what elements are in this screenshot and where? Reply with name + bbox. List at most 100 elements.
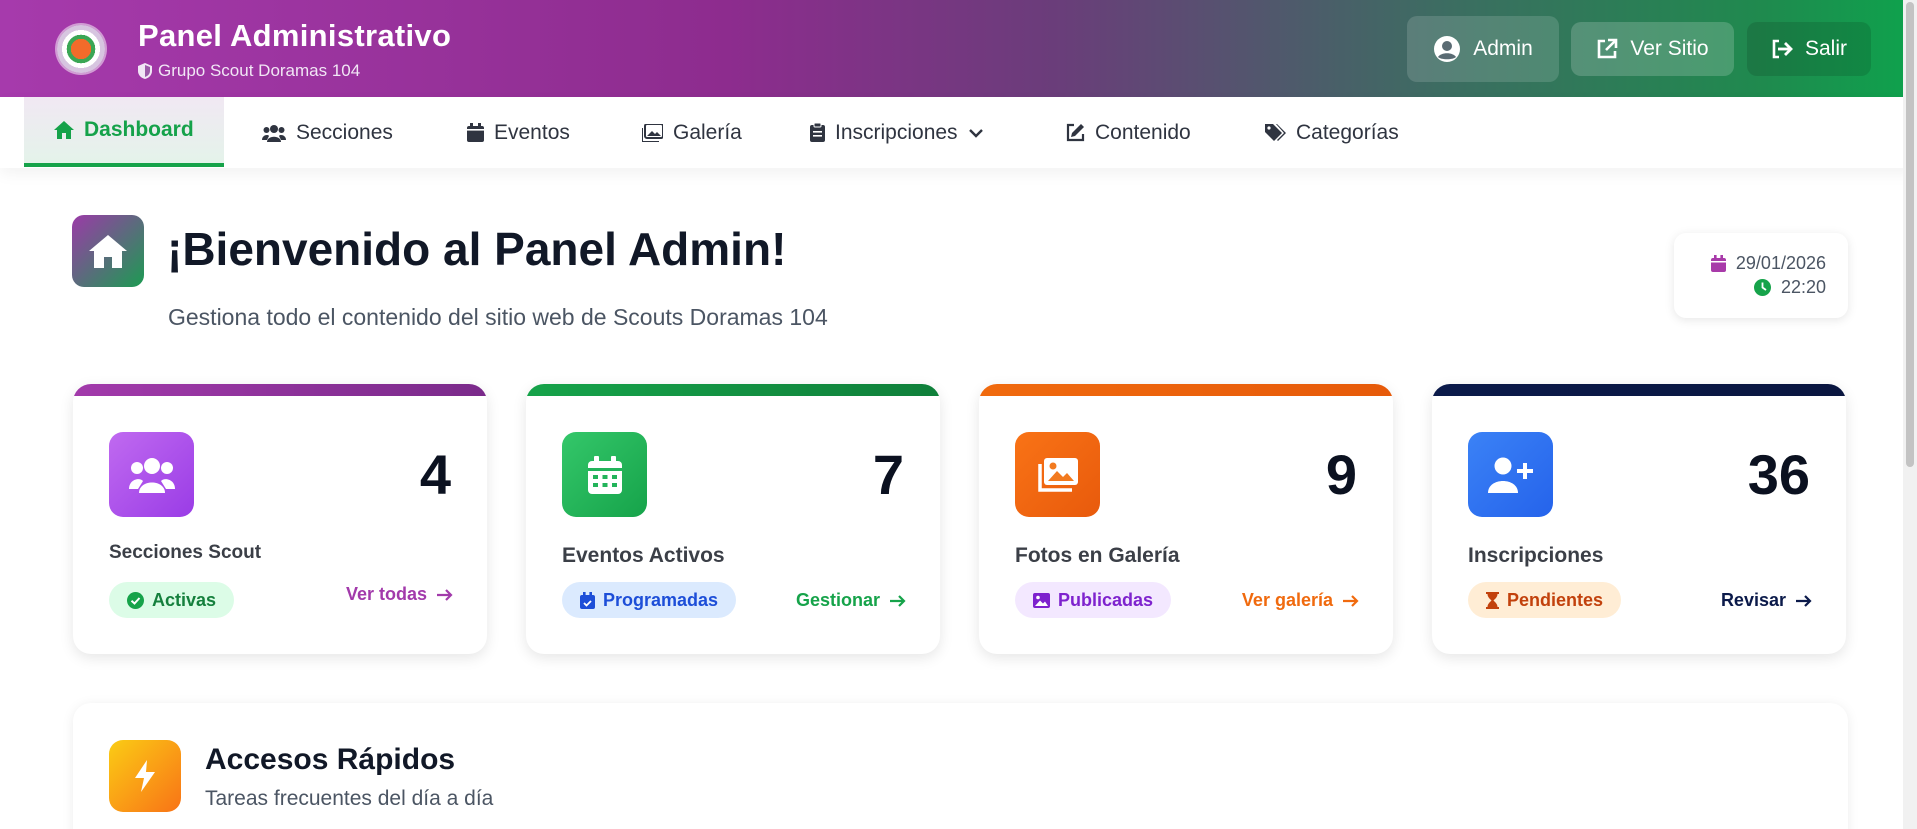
stat-card-eventos: 7 Eventos Activos Programadas Gestionar <box>526 384 940 654</box>
clipboard-icon <box>810 123 825 142</box>
header-subtitle: Grupo Scout Doramas 104 <box>138 61 360 81</box>
nav-secciones[interactable]: Secciones <box>262 97 393 168</box>
calendar-check-icon <box>580 591 595 609</box>
admin-user-button[interactable]: Admin <box>1407 16 1559 82</box>
tags-icon <box>1265 123 1286 141</box>
nav-galeria-label: Galería <box>673 120 742 144</box>
link-label: Ver todas <box>345 584 427 604</box>
card-label: Inscripciones <box>1468 544 1604 567</box>
card-label: Secciones Scout <box>109 542 262 563</box>
ver-sitio-button[interactable]: Ver Sitio <box>1571 22 1734 76</box>
status-badge: Activas <box>109 582 235 618</box>
card-icon-box <box>109 432 194 517</box>
calendar-icon <box>1710 255 1726 272</box>
quick-title: Accesos Rápidos <box>205 743 456 776</box>
admin-label: Admin <box>1473 37 1533 60</box>
ver-sitio-label: Ver Sitio <box>1630 37 1709 60</box>
nav-contenido-label: Contenido <box>1095 120 1191 144</box>
main-nav: Dashboard Secciones Eventos Galería Insc… <box>0 97 1917 168</box>
scrollbar-thumb[interactable] <box>1906 2 1914 467</box>
card-top-bar <box>1432 384 1846 396</box>
card-icon-box <box>562 432 647 517</box>
card-top-bar <box>979 384 1393 396</box>
salir-button[interactable]: Salir <box>1747 22 1871 76</box>
card-top-bar <box>526 384 940 396</box>
date-text: 29/01/2026 <box>1735 253 1826 273</box>
shield-icon <box>138 63 152 79</box>
home-icon <box>89 234 127 268</box>
quick-icon-box <box>109 740 181 812</box>
card-label: Eventos Activos <box>562 544 725 567</box>
link-label: Ver galería <box>1241 590 1333 610</box>
check-circle-icon <box>127 591 144 609</box>
quick-subtitle: Tareas frecuentes del día a día <box>205 787 494 810</box>
arrow-right-icon <box>437 588 453 601</box>
nav-secciones-label: Secciones <box>296 120 393 144</box>
link-label: Gestionar <box>795 590 880 610</box>
users-icon <box>262 124 286 142</box>
status-badge: Publicadas <box>1015 582 1172 618</box>
status-badge-label: Activas <box>152 589 217 610</box>
status-badge: Programadas <box>562 582 737 618</box>
images-icon <box>642 123 663 142</box>
welcome-subtitle: Gestiona todo el contenido del sitio web… <box>168 304 828 330</box>
nav-inscripciones[interactable]: Inscripciones <box>810 97 984 168</box>
gestionar-link[interactable]: Gestionar <box>796 590 906 611</box>
stat-card-inscripciones: 36 Inscripciones Pendientes Revisar <box>1432 384 1846 654</box>
nav-dashboard[interactable]: Dashboard <box>24 97 224 167</box>
arrow-right-icon <box>1796 594 1812 607</box>
nav-galeria[interactable]: Galería <box>642 97 742 168</box>
images-icon <box>1037 457 1078 492</box>
sign-out-icon <box>1772 39 1793 59</box>
nav-contenido[interactable]: Contenido <box>1066 97 1191 168</box>
card-label: Fotos en Galería <box>1015 544 1180 567</box>
card-icon-box <box>1468 432 1553 517</box>
users-icon <box>128 457 175 493</box>
clock-icon <box>1753 279 1771 296</box>
stat-card-galeria: 9 Fotos en Galería Publicadas Ver galerí… <box>979 384 1393 654</box>
revisar-link[interactable]: Revisar <box>1721 590 1812 611</box>
arrow-right-icon <box>1343 594 1359 607</box>
card-value: 7 <box>872 443 904 506</box>
chevron-down-icon <box>968 128 983 138</box>
time-text: 22:20 <box>1780 277 1826 297</box>
ver-todas-link[interactable]: Ver todas <box>346 584 453 605</box>
user-plus-icon <box>1487 457 1533 493</box>
header-title: Panel Administrativo <box>138 18 452 53</box>
nav-inscripciones-label: Inscripciones <box>835 120 958 144</box>
external-link-icon <box>1598 38 1618 59</box>
page-scrollbar[interactable] <box>1903 0 1917 829</box>
status-badge-label: Pendientes <box>1507 589 1604 610</box>
edit-icon <box>1066 123 1085 142</box>
card-top-bar <box>73 384 487 396</box>
user-circle-icon <box>1434 36 1461 62</box>
home-icon <box>54 121 74 139</box>
nav-dashboard-label: Dashboard <box>84 118 194 141</box>
hourglass-icon <box>1486 591 1499 609</box>
stat-card-secciones: 4 Secciones Scout Activas Ver todas <box>73 384 487 654</box>
nav-categorias-label: Categorías <box>1296 120 1399 144</box>
calendar-icon <box>587 455 622 494</box>
bolt-icon <box>135 760 155 792</box>
status-badge-label: Programadas <box>603 589 719 610</box>
nav-eventos[interactable]: Eventos <box>467 97 570 168</box>
status-badge-label: Publicadas <box>1058 589 1154 610</box>
image-icon <box>1033 592 1050 608</box>
nav-categorias[interactable]: Categorías <box>1265 97 1399 168</box>
status-badge: Pendientes <box>1468 582 1622 618</box>
scout-logo <box>57 25 105 73</box>
arrow-right-icon <box>890 594 906 607</box>
card-value: 9 <box>1325 443 1357 506</box>
date-time-box: 29/01/2026 22:20 <box>1674 233 1848 318</box>
card-icon-box <box>1015 432 1100 517</box>
ver-galeria-link[interactable]: Ver galería <box>1242 590 1359 611</box>
time-line: 22:20 <box>1753 277 1826 298</box>
link-label: Revisar <box>1720 590 1786 610</box>
header-subtitle-text: Grupo Scout Doramas 104 <box>158 61 361 80</box>
card-value: 4 <box>419 443 451 506</box>
salir-label: Salir <box>1804 37 1847 60</box>
top-header: Panel Administrativo Grupo Scout Doramas… <box>0 0 1917 97</box>
quick-access-panel: Accesos Rápidos Tareas frecuentes del dí… <box>73 703 1848 829</box>
nav-eventos-label: Eventos <box>494 120 570 144</box>
welcome-icon-box <box>72 215 144 287</box>
